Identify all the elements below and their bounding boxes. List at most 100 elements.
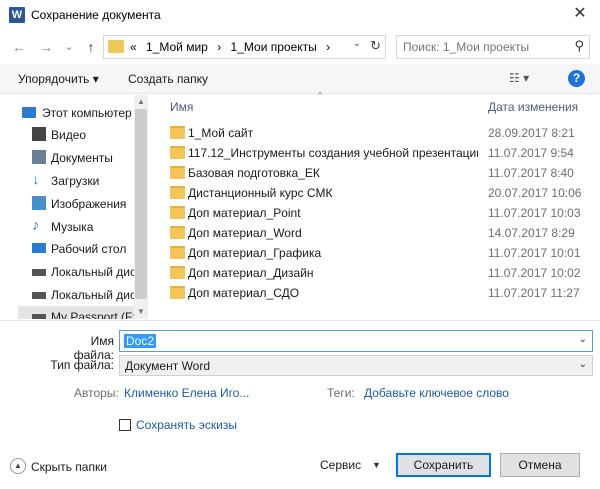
column-header-date[interactable]: Дата изменения bbox=[488, 95, 578, 119]
table-row[interactable]: Базовая подготовка_ЕК 11.07.2017 8:40 bbox=[160, 163, 600, 183]
sidebar-item-desktop[interactable]: Рабочий стол bbox=[18, 238, 134, 260]
folder-icon bbox=[170, 126, 185, 139]
folder-icon bbox=[170, 266, 185, 279]
breadcrumb: « 1_Мой мир › 1_Мои проекты › bbox=[130, 40, 336, 54]
search-box[interactable]: ⚲ bbox=[396, 35, 590, 59]
sidebar-item-label: Локальный дис bbox=[51, 265, 136, 279]
sidebar-item-this-pc[interactable]: Этот компьютер bbox=[18, 102, 134, 124]
organize-menu[interactable]: Упорядочить ▾ bbox=[18, 72, 99, 86]
breadcrumb-overflow[interactable]: « bbox=[130, 40, 137, 54]
file-name: Доп материал_Дизайн bbox=[188, 266, 314, 280]
folder-icon bbox=[170, 286, 185, 299]
sidebar-item-label: Видео bbox=[51, 128, 87, 142]
authors-field[interactable]: Клименко Елена Иго... bbox=[124, 386, 249, 400]
chevron-down-icon[interactable]: ▼ bbox=[372, 460, 381, 470]
table-row[interactable]: Доп материал_Point 11.07.2017 10:03 bbox=[160, 203, 600, 223]
sidebar-item-label: Рабочий стол bbox=[51, 242, 127, 256]
file-date: 20.07.2017 10:06 bbox=[488, 186, 582, 200]
table-row[interactable]: Доп материал_Дизайн 11.07.2017 10:02 bbox=[160, 263, 600, 283]
sidebar-item-label: My Passport (F:) bbox=[51, 310, 140, 319]
save-thumbnails-checkbox[interactable] bbox=[119, 419, 131, 431]
table-row[interactable]: Дистанционный курс СМК 20.07.2017 10:06 bbox=[160, 183, 600, 203]
external-drive-icon bbox=[32, 314, 46, 319]
sidebar-item-pictures[interactable]: Изображения bbox=[18, 193, 134, 215]
file-date: 11.07.2017 10:01 bbox=[488, 246, 581, 260]
file-name: Базовая подготовка_ЕК bbox=[188, 166, 320, 180]
folder-icon bbox=[108, 40, 124, 53]
folder-icon bbox=[170, 186, 185, 199]
cancel-button[interactable]: Отмена bbox=[500, 453, 580, 477]
search-icon[interactable]: ⚲ bbox=[574, 38, 584, 54]
help-icon[interactable]: ? bbox=[568, 70, 585, 87]
file-date: 11.07.2017 11:27 bbox=[488, 286, 580, 300]
sidebar-item-label: Документы bbox=[51, 151, 113, 165]
word-app-icon: W bbox=[9, 7, 25, 23]
filetype-select[interactable]: Документ Word ⌄ bbox=[119, 355, 593, 376]
folder-icon bbox=[170, 206, 185, 219]
save-thumbnails-label[interactable]: Сохранять эскизы bbox=[136, 418, 237, 432]
table-row[interactable]: 117.12_Инструменты создания учебной през… bbox=[160, 143, 600, 163]
tags-field[interactable]: Добавьте ключевое слово bbox=[364, 386, 509, 400]
folder-icon bbox=[170, 166, 185, 179]
file-list[interactable]: Имя Дата изменения 1_Мой сайт 28.09.2017… bbox=[160, 95, 600, 319]
tools-menu[interactable]: Сервис bbox=[320, 458, 361, 472]
sidebar-item-local-disk-1[interactable]: Локальный дис bbox=[18, 261, 136, 283]
view-options-icon[interactable]: ☷ ▾ bbox=[509, 71, 529, 85]
sidebar-scroll-thumb[interactable] bbox=[135, 109, 147, 299]
breadcrumb-item-my-projects[interactable]: 1_Мои проекты bbox=[231, 40, 317, 54]
sidebar-item-music[interactable]: ♪ Музыка bbox=[18, 216, 134, 238]
navigation-pane[interactable]: Этот компьютер Видео Документы ↓ Загрузк… bbox=[0, 95, 148, 319]
save-button[interactable]: Сохранить bbox=[396, 453, 491, 477]
file-name: Доп материал_СДО bbox=[188, 286, 300, 300]
title-bar: W Сохранение документа ✕ bbox=[0, 0, 600, 30]
file-date: 14.07.2017 8:29 bbox=[488, 226, 575, 240]
sidebar-item-label: Локальный дис bbox=[51, 288, 136, 302]
file-date: 11.07.2017 10:02 bbox=[488, 266, 581, 280]
column-header-name[interactable]: Имя bbox=[170, 95, 193, 119]
pictures-icon bbox=[32, 196, 46, 210]
breadcrumb-separator[interactable]: › bbox=[326, 40, 330, 54]
table-row[interactable]: Доп материал_Графика 11.07.2017 10:01 bbox=[160, 243, 600, 263]
search-input[interactable] bbox=[403, 37, 563, 57]
video-icon bbox=[32, 127, 46, 141]
sidebar-item-local-disk-2[interactable]: Локальный дис bbox=[18, 284, 136, 306]
filename-field[interactable]: Doc2 ⌄ bbox=[119, 330, 593, 352]
scroll-down-icon[interactable]: ▼ bbox=[137, 307, 145, 316]
new-folder-button[interactable]: Создать папку bbox=[128, 72, 208, 86]
back-arrow-icon[interactable]: ← bbox=[10, 38, 28, 56]
table-row[interactable]: 1_Мой сайт 28.09.2017 8:21 bbox=[160, 123, 600, 143]
music-icon: ♪ bbox=[32, 217, 40, 234]
address-dropdown-icon[interactable]: ⌄ bbox=[353, 38, 361, 49]
folder-icon bbox=[170, 146, 185, 159]
sidebar-item-label: Этот компьютер bbox=[42, 106, 132, 120]
sidebar-item-label: Загрузки bbox=[51, 174, 100, 188]
up-arrow-icon[interactable]: ↑ bbox=[82, 38, 100, 56]
forward-arrow-icon[interactable]: → bbox=[37, 38, 55, 56]
sidebar-item-external-drive[interactable]: My Passport (F:) bbox=[18, 306, 140, 319]
file-date: 28.09.2017 8:21 bbox=[488, 126, 575, 140]
breadcrumb-item-my-world[interactable]: 1_Мой мир bbox=[146, 40, 208, 54]
file-name: Дистанционный курс СМК bbox=[188, 186, 333, 200]
downloads-icon: ↓ bbox=[32, 171, 40, 188]
sidebar-item-documents[interactable]: Документы bbox=[18, 147, 134, 169]
file-date: 11.07.2017 8:40 bbox=[488, 166, 574, 180]
breadcrumb-separator[interactable]: › bbox=[217, 40, 221, 54]
tags-label: Теги: bbox=[327, 386, 355, 400]
refresh-icon[interactable]: ↻ bbox=[370, 38, 381, 54]
sidebar-item-downloads[interactable]: ↓ Загрузки bbox=[18, 170, 134, 192]
table-row[interactable]: Доп материал_СДО 11.07.2017 11:27 bbox=[160, 283, 600, 303]
collapse-icon: ▲ bbox=[10, 458, 26, 474]
chevron-down-icon[interactable]: ⌄ bbox=[579, 359, 587, 370]
address-bar[interactable]: « 1_Мой мир › 1_Мои проекты › ⌄ ↻ bbox=[103, 35, 386, 59]
window-title: Сохранение документа bbox=[31, 8, 161, 22]
sidebar-item-video[interactable]: Видео bbox=[18, 124, 134, 146]
table-row[interactable]: Доп материал_Word 14.07.2017 8:29 bbox=[160, 223, 600, 243]
chevron-down-icon[interactable]: ⌄ bbox=[579, 334, 587, 345]
close-button[interactable]: ✕ bbox=[568, 3, 592, 27]
sidebar-item-label: Музыка bbox=[51, 220, 94, 234]
recent-locations-icon[interactable]: ⌄ bbox=[60, 38, 78, 56]
filename-value[interactable]: Doc2 bbox=[124, 334, 157, 348]
drive-icon bbox=[32, 292, 46, 299]
scroll-up-icon[interactable]: ▲ bbox=[137, 97, 145, 106]
desktop-icon bbox=[32, 243, 46, 253]
